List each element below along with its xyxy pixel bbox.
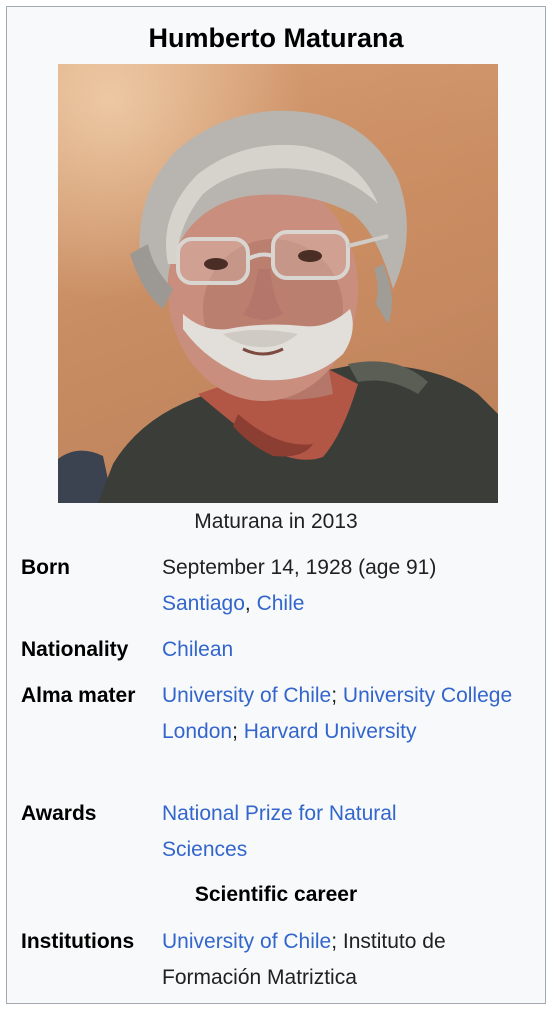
link-chilean[interactable]: Chilean [162, 638, 233, 661]
nationality-label: Nationality [21, 638, 129, 661]
awards-value: National Prize for Natural Sciences [162, 796, 452, 868]
nationality-value: Chilean [162, 632, 537, 668]
born-value: September 14, 1928 (age 91) Santiago, Ch… [162, 550, 537, 622]
infobox: Humberto Maturana Maturana in 2013 Born … [6, 6, 546, 1004]
born-date: September 14, 1928 (age 91) [162, 556, 437, 579]
link-university-of-chile[interactable]: University of Chile [162, 930, 331, 953]
institutions-value: University of Chile; Instituto de Formac… [162, 924, 502, 996]
link-national-prize-natural-sciences[interactable]: National Prize for Natural Sciences [162, 802, 397, 861]
separator: ; [331, 684, 343, 707]
separator: ; [232, 720, 244, 743]
separator: , [244, 592, 257, 615]
link-university-of-chile[interactable]: University of Chile [162, 684, 331, 707]
born-label: Born [21, 556, 70, 579]
infobox-title: Humberto Maturana [148, 23, 404, 53]
portrait-photo[interactable] [58, 64, 498, 503]
image-caption: Maturana in 2013 [194, 510, 358, 533]
section-header-scientific-career: Scientific career [194, 883, 358, 906]
awards-label: Awards [21, 802, 97, 825]
separator: ; [331, 930, 343, 953]
link-santiago[interactable]: Santiago [162, 592, 245, 615]
alma-mater-label: Alma mater [21, 684, 136, 707]
link-harvard-university[interactable]: Harvard University [244, 720, 417, 743]
institutions-label: Institutions [21, 930, 135, 953]
portrait-illustration [58, 110, 498, 503]
alma-mater-value: University of Chile; University College … [162, 678, 537, 750]
birthplace: Santiago, Chile [162, 586, 537, 622]
link-chile[interactable]: Chile [257, 592, 305, 615]
